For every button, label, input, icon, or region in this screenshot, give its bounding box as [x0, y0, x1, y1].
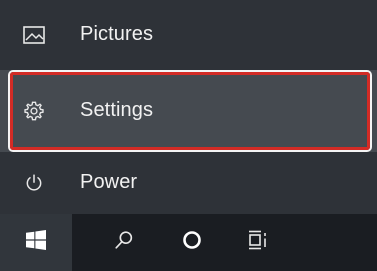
start-menu: Pictures Settings Power — [0, 0, 377, 214]
start-menu-item-settings[interactable]: Settings — [0, 70, 377, 152]
cortana-icon — [182, 230, 202, 255]
task-view-icon — [247, 229, 269, 256]
cortana-button[interactable] — [170, 214, 214, 271]
start-menu-item-pictures[interactable]: Pictures — [0, 0, 377, 70]
task-view-button[interactable] — [236, 214, 280, 271]
windows-logo-icon — [26, 230, 46, 255]
search-button[interactable] — [102, 214, 146, 271]
pictures-label: Pictures — [80, 23, 154, 46]
gear-icon — [22, 99, 46, 123]
start-button[interactable] — [0, 214, 72, 271]
power-icon — [22, 171, 46, 195]
power-label: Power — [80, 171, 138, 194]
taskbar — [0, 214, 377, 271]
settings-label: Settings — [80, 99, 154, 122]
pictures-icon — [22, 23, 46, 47]
search-icon — [113, 229, 135, 256]
start-menu-item-power[interactable]: Power — [0, 152, 377, 214]
